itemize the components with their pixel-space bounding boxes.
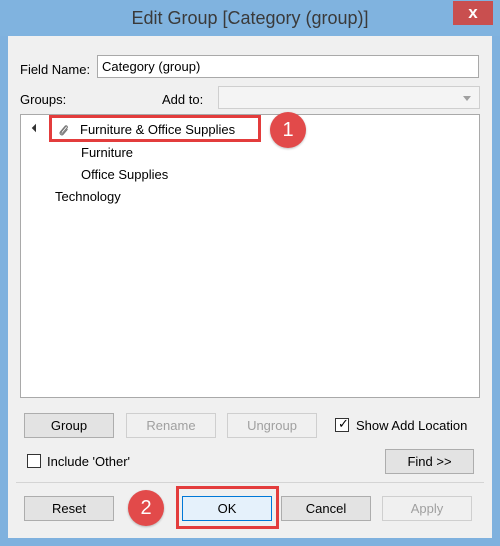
callout-badge-1: 1: [270, 112, 306, 148]
rename-button[interactable]: Rename: [126, 413, 216, 438]
groups-tree[interactable]: Furniture & Office Supplies Furniture Of…: [20, 114, 480, 398]
edit-group-dialog: Edit Group [Category (group)] x Field Na…: [0, 0, 500, 546]
reset-button[interactable]: Reset: [24, 496, 114, 521]
checkmark-icon: ✓: [338, 416, 349, 431]
group-button[interactable]: Group: [24, 413, 114, 438]
apply-button[interactable]: Apply: [382, 496, 472, 521]
highlight-box-ok: [176, 486, 279, 529]
show-add-location-checkbox[interactable]: ✓: [335, 416, 349, 432]
tree-item-technology[interactable]: Technology: [55, 188, 121, 206]
cancel-button[interactable]: Cancel: [281, 496, 371, 521]
highlight-box-group: [49, 115, 261, 142]
groups-label: Groups:: [20, 92, 67, 107]
show-add-location-label[interactable]: Show Add Location: [356, 418, 467, 433]
find-button[interactable]: Find >>: [385, 449, 474, 474]
tree-child-furniture[interactable]: Furniture: [81, 144, 133, 162]
ungroup-button[interactable]: Ungroup: [227, 413, 317, 438]
callout-badge-2: 2: [128, 490, 164, 526]
dialog-title: Edit Group [Category (group)]: [131, 8, 369, 28]
title-bar[interactable]: Edit Group [Category (group)] x: [0, 0, 500, 36]
dialog-body: Field Name: Category (group) Groups: Add…: [8, 36, 492, 538]
close-button[interactable]: x: [453, 1, 493, 25]
field-name-input[interactable]: Category (group): [97, 55, 479, 78]
tree-child-office-supplies[interactable]: Office Supplies: [81, 166, 168, 184]
field-name-label: Field Name:: [20, 62, 91, 77]
chevron-down-icon: [463, 96, 471, 101]
expand-triangle-icon[interactable]: [31, 123, 41, 133]
add-to-label: Add to:: [162, 92, 204, 107]
include-other-checkbox[interactable]: [27, 454, 41, 468]
include-other-label[interactable]: Include 'Other': [47, 454, 130, 469]
add-to-dropdown[interactable]: [218, 86, 480, 109]
footer-divider: [16, 482, 484, 483]
